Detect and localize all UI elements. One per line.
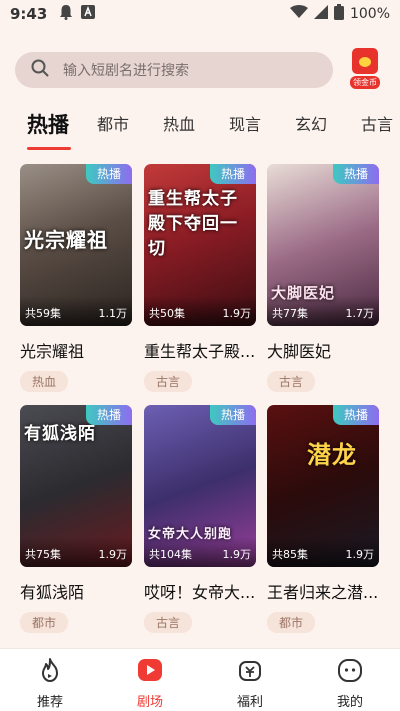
drama-card[interactable]: 大脚医妃 热播 共77集 1.7万 大脚医妃 古言 bbox=[267, 164, 379, 392]
wifi-icon bbox=[289, 5, 308, 23]
play-count: 1.9万 bbox=[98, 548, 128, 561]
nav-profile[interactable]: 我的 bbox=[300, 649, 400, 711]
genre-tag[interactable]: 都市 bbox=[20, 612, 69, 633]
search-placeholder: 输入短剧名进行搜索 bbox=[63, 63, 189, 79]
battery-level: 100% bbox=[349, 6, 390, 22]
hot-badge: 热播 bbox=[210, 164, 256, 184]
tab-modern-romance[interactable]: 现言 bbox=[229, 106, 261, 146]
play-count: 1.9万 bbox=[345, 548, 375, 561]
drama-poster[interactable]: 女帝大人别跑 热播 共104集 1.9万 bbox=[144, 405, 256, 567]
hot-badge: 热播 bbox=[86, 405, 132, 425]
episode-count: 共104集 bbox=[149, 548, 192, 561]
nav-label: 我的 bbox=[336, 695, 363, 710]
play-count: 1.1万 bbox=[98, 307, 128, 320]
search-icon bbox=[31, 59, 49, 81]
play-count: 1.7万 bbox=[345, 307, 375, 320]
drama-poster[interactable]: 光宗耀祖 热播 共59集 1.1万 bbox=[20, 164, 132, 326]
drama-title[interactable]: 哎呀！女帝大... bbox=[144, 579, 256, 603]
drama-poster[interactable]: 潜龙 热播 共85集 1.9万 bbox=[267, 405, 379, 567]
episode-count: 共50集 bbox=[149, 307, 185, 320]
drama-title[interactable]: 有狐浅陌 bbox=[20, 579, 132, 603]
tab-hot[interactable]: 热播 bbox=[27, 106, 69, 146]
category-tabs: 热播 都市 热血 现言 玄幻 古言 bbox=[0, 106, 400, 150]
poster-title: 潜龙 bbox=[307, 440, 357, 469]
signal-icon bbox=[313, 5, 328, 23]
genre-tag[interactable]: 古言 bbox=[267, 371, 316, 392]
battery-icon bbox=[333, 4, 344, 24]
app-notification-icon bbox=[81, 5, 96, 23]
episode-count: 共77集 bbox=[272, 307, 308, 320]
bottom-nav: 推荐 剧场 福利 我的 bbox=[0, 648, 400, 711]
play-count: 1.9万 bbox=[222, 548, 252, 561]
collect-coins-label: 领金币 bbox=[350, 76, 380, 89]
tab-urban[interactable]: 都市 bbox=[97, 106, 129, 146]
notification-bell-icon bbox=[59, 4, 73, 24]
genre-tag[interactable]: 古言 bbox=[144, 612, 193, 633]
drama-card[interactable]: 女帝大人别跑 热播 共104集 1.9万 哎呀！女帝大... 古言 bbox=[144, 405, 256, 633]
play-count: 1.9万 bbox=[222, 307, 252, 320]
nav-benefits[interactable]: 福利 bbox=[200, 649, 300, 711]
drama-title[interactable]: 大脚医妃 bbox=[267, 338, 379, 362]
collect-coins-button[interactable]: 领金币 bbox=[345, 48, 385, 92]
drama-title[interactable]: 光宗耀祖 bbox=[20, 338, 132, 362]
drama-poster[interactable]: 大脚医妃 热播 共77集 1.7万 bbox=[267, 164, 379, 326]
search-input[interactable]: 输入短剧名进行搜索 bbox=[15, 52, 333, 88]
profile-icon bbox=[337, 657, 363, 687]
drama-poster[interactable]: 有狐浅陌 热播 共75集 1.9万 bbox=[20, 405, 132, 567]
tab-fantasy[interactable]: 玄幻 bbox=[295, 106, 327, 146]
episode-count: 共59集 bbox=[25, 307, 61, 320]
gift-icon bbox=[237, 657, 263, 687]
nav-recommend[interactable]: 推荐 bbox=[0, 649, 100, 711]
tab-ancient-romance[interactable]: 古言 bbox=[361, 106, 393, 146]
tab-action[interactable]: 热血 bbox=[163, 106, 195, 146]
status-time: 9:43 bbox=[10, 5, 48, 23]
red-envelope-icon bbox=[352, 48, 378, 74]
hot-badge: 热播 bbox=[86, 164, 132, 184]
active-tab-indicator bbox=[27, 147, 71, 150]
drama-poster[interactable]: 重生帮太子殿下夺回一切 热播 共50集 1.9万 bbox=[144, 164, 256, 326]
genre-tag[interactable]: 古言 bbox=[144, 371, 193, 392]
nav-label: 福利 bbox=[236, 695, 263, 710]
drama-card[interactable]: 有狐浅陌 热播 共75集 1.9万 有狐浅陌 都市 bbox=[20, 405, 132, 633]
nav-theater[interactable]: 剧场 bbox=[100, 649, 200, 711]
episode-count: 共85集 bbox=[272, 548, 308, 561]
drama-title[interactable]: 王者归来之潜... bbox=[267, 579, 379, 603]
nav-label: 推荐 bbox=[36, 695, 63, 710]
hot-badge: 热播 bbox=[210, 405, 256, 425]
hot-badge: 热播 bbox=[333, 405, 379, 425]
episode-count: 共75集 bbox=[25, 548, 61, 561]
play-icon bbox=[137, 657, 163, 687]
drama-card[interactable]: 重生帮太子殿下夺回一切 热播 共50集 1.9万 重生帮太子殿... 古言 bbox=[144, 164, 256, 392]
genre-tag[interactable]: 都市 bbox=[267, 612, 316, 633]
poster-title: 重生帮太子殿下夺回一切 bbox=[148, 189, 238, 259]
status-bar: 9:43 100% bbox=[0, 0, 400, 28]
nav-label: 剧场 bbox=[136, 695, 163, 710]
drama-title[interactable]: 重生帮太子殿... bbox=[144, 338, 256, 362]
poster-title: 光宗耀祖 bbox=[24, 228, 108, 252]
search-row: 输入短剧名进行搜索 领金币 bbox=[15, 48, 385, 89]
hot-badge: 热播 bbox=[333, 164, 379, 184]
flame-icon bbox=[37, 657, 63, 687]
drama-card[interactable]: 潜龙 热播 共85集 1.9万 王者归来之潜... 都市 bbox=[267, 405, 379, 633]
drama-card[interactable]: 光宗耀祖 热播 共59集 1.1万 光宗耀祖 热血 bbox=[20, 164, 132, 392]
genre-tag[interactable]: 热血 bbox=[20, 371, 69, 392]
